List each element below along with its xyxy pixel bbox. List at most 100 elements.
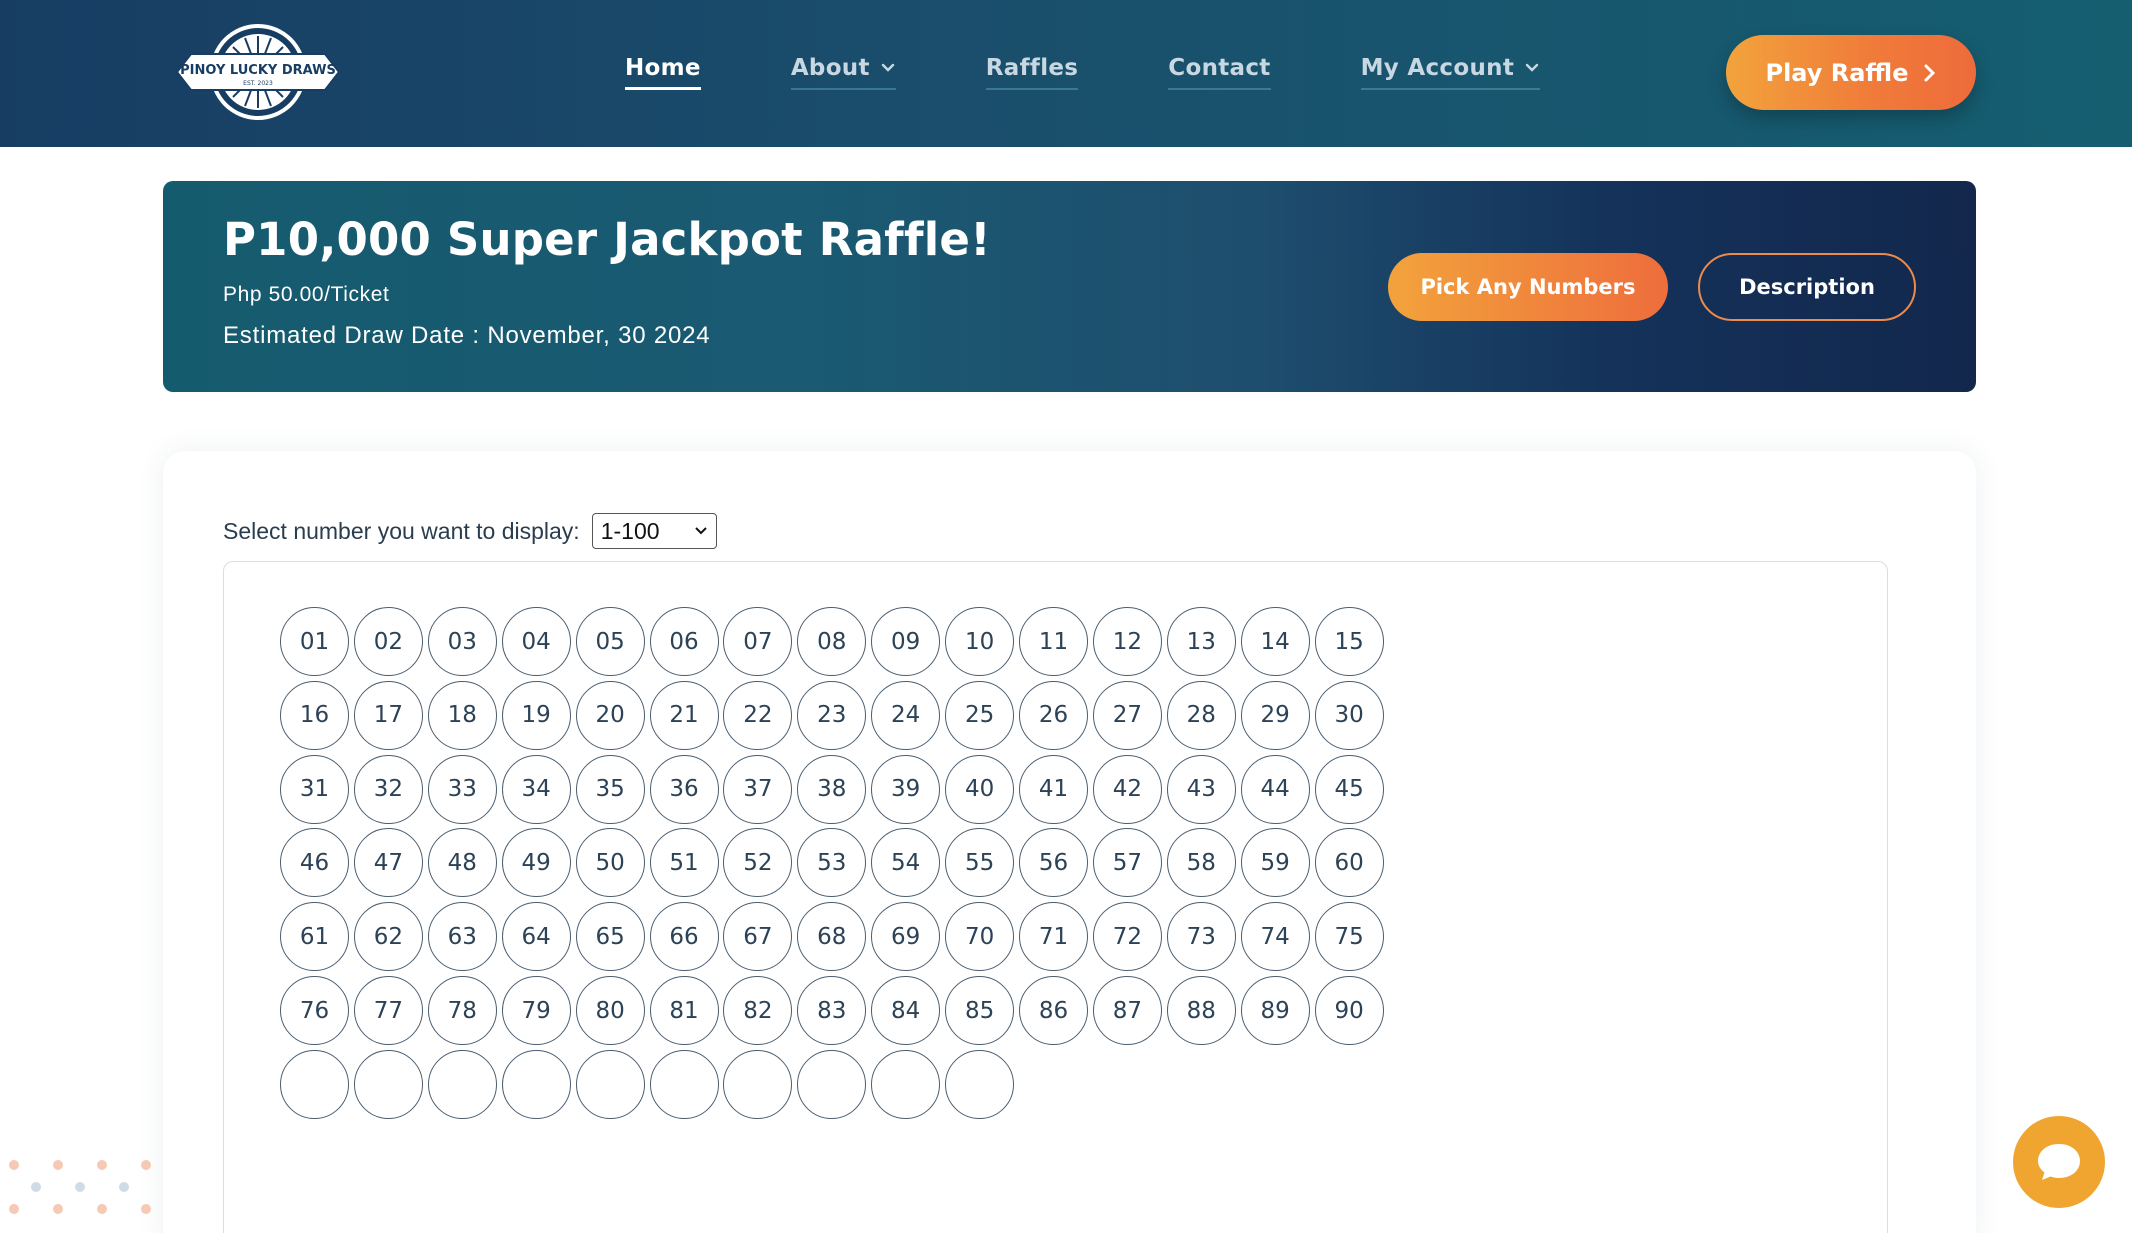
nav-my-account[interactable]: My Account <box>1360 48 1541 90</box>
number-ball[interactable]: 77 <box>353 976 423 1045</box>
brand-logo[interactable]: PINOY LUCKY DRAWS EST. 2023 <box>175 22 341 122</box>
nav-raffles[interactable]: Raffles <box>985 48 1079 90</box>
number-ball[interactable]: 40 <box>945 754 1015 824</box>
number-ball[interactable]: 30 <box>1314 680 1384 750</box>
number-ball[interactable]: 09 <box>871 607 941 676</box>
number-ball[interactable]: 71 <box>1019 902 1088 972</box>
number-ball[interactable]: 24 <box>871 680 941 750</box>
number-ball[interactable]: 25 <box>945 680 1015 750</box>
number-ball[interactable]: 18 <box>427 680 497 750</box>
number-ball[interactable]: 58 <box>1166 828 1236 898</box>
number-ball[interactable]: 69 <box>871 902 941 972</box>
number-ball[interactable]: 26 <box>1019 680 1088 750</box>
number-ball[interactable]: 52 <box>723 828 793 898</box>
number-ball[interactable]: 37 <box>723 754 793 824</box>
number-ball[interactable]: 55 <box>945 828 1015 898</box>
number-ball[interactable]: 64 <box>501 902 571 972</box>
number-ball[interactable]: 11 <box>1019 607 1088 676</box>
number-ball[interactable]: 41 <box>1019 754 1088 824</box>
number-ball[interactable]: 61 <box>280 902 349 972</box>
number-ball[interactable]: 80 <box>575 976 645 1045</box>
number-ball[interactable]: 32 <box>353 754 423 824</box>
number-ball[interactable]: 83 <box>797 976 867 1045</box>
number-ball[interactable]: 78 <box>427 976 497 1045</box>
number-ball[interactable]: 29 <box>1240 680 1310 750</box>
number-ball[interactable]: 51 <box>649 828 719 898</box>
number-ball[interactable]: 21 <box>649 680 719 750</box>
nav-home[interactable]: Home <box>625 48 701 90</box>
number-ball[interactable]: 81 <box>649 976 719 1045</box>
number-ball[interactable]: 75 <box>1314 902 1384 972</box>
number-ball[interactable]: 49 <box>501 828 571 898</box>
number-ball[interactable]: 20 <box>575 680 645 750</box>
number-ball[interactable] <box>427 1049 497 1119</box>
number-ball[interactable]: 05 <box>575 607 645 676</box>
chat-button[interactable] <box>2013 1116 2105 1208</box>
number-ball[interactable] <box>871 1049 941 1119</box>
number-ball[interactable]: 59 <box>1240 828 1310 898</box>
number-ball[interactable]: 31 <box>280 754 349 824</box>
number-ball[interactable]: 27 <box>1092 680 1162 750</box>
number-ball[interactable]: 23 <box>797 680 867 750</box>
number-ball[interactable]: 72 <box>1092 902 1162 972</box>
number-ball[interactable]: 47 <box>353 828 423 898</box>
number-ball[interactable]: 84 <box>871 976 941 1045</box>
pick-any-numbers-button[interactable]: Pick Any Numbers <box>1388 253 1668 321</box>
number-ball[interactable]: 63 <box>427 902 497 972</box>
number-ball[interactable]: 06 <box>649 607 719 676</box>
number-ball[interactable]: 74 <box>1240 902 1310 972</box>
number-ball[interactable]: 03 <box>427 607 497 676</box>
number-ball[interactable]: 14 <box>1240 607 1310 676</box>
number-ball[interactable]: 79 <box>501 976 571 1045</box>
number-ball[interactable]: 68 <box>797 902 867 972</box>
number-ball[interactable] <box>723 1049 793 1119</box>
number-ball[interactable]: 04 <box>501 607 571 676</box>
number-ball[interactable]: 08 <box>797 607 867 676</box>
nav-about[interactable]: About <box>790 48 896 90</box>
number-ball[interactable]: 87 <box>1092 976 1162 1045</box>
number-ball[interactable]: 57 <box>1092 828 1162 898</box>
number-ball[interactable]: 48 <box>427 828 497 898</box>
number-ball[interactable]: 54 <box>871 828 941 898</box>
number-ball[interactable]: 16 <box>280 680 349 750</box>
number-ball[interactable]: 12 <box>1092 607 1162 676</box>
number-ball[interactable]: 85 <box>945 976 1015 1045</box>
number-ball[interactable]: 13 <box>1166 607 1236 676</box>
number-ball[interactable]: 42 <box>1092 754 1162 824</box>
number-ball[interactable]: 38 <box>797 754 867 824</box>
number-ball[interactable]: 60 <box>1314 828 1384 898</box>
number-ball[interactable] <box>797 1049 867 1119</box>
number-ball[interactable]: 65 <box>575 902 645 972</box>
number-ball[interactable]: 43 <box>1166 754 1236 824</box>
number-ball[interactable]: 39 <box>871 754 941 824</box>
number-ball[interactable]: 15 <box>1314 607 1384 676</box>
number-ball[interactable]: 86 <box>1019 976 1088 1045</box>
number-ball[interactable]: 36 <box>649 754 719 824</box>
number-ball[interactable]: 62 <box>353 902 423 972</box>
number-ball[interactable]: 53 <box>797 828 867 898</box>
number-ball[interactable]: 46 <box>280 828 349 898</box>
number-ball[interactable]: 70 <box>945 902 1015 972</box>
number-ball[interactable] <box>280 1049 349 1119</box>
number-ball[interactable]: 73 <box>1166 902 1236 972</box>
number-ball[interactable]: 76 <box>280 976 349 1045</box>
number-ball[interactable] <box>575 1049 645 1119</box>
number-ball[interactable]: 33 <box>427 754 497 824</box>
nav-contact[interactable]: Contact <box>1168 48 1271 90</box>
number-ball[interactable] <box>945 1049 1015 1119</box>
number-ball[interactable]: 82 <box>723 976 793 1045</box>
number-ball[interactable]: 28 <box>1166 680 1236 750</box>
number-ball[interactable]: 07 <box>723 607 793 676</box>
number-ball[interactable]: 66 <box>649 902 719 972</box>
number-ball[interactable]: 45 <box>1314 754 1384 824</box>
number-ball[interactable]: 01 <box>280 607 349 676</box>
number-ball[interactable]: 35 <box>575 754 645 824</box>
number-ball[interactable] <box>501 1049 571 1119</box>
number-ball[interactable]: 17 <box>353 680 423 750</box>
number-ball[interactable]: 22 <box>723 680 793 750</box>
number-ball[interactable]: 50 <box>575 828 645 898</box>
number-ball[interactable]: 88 <box>1166 976 1236 1045</box>
number-ball[interactable]: 89 <box>1240 976 1310 1045</box>
number-ball[interactable]: 56 <box>1019 828 1088 898</box>
number-ball[interactable] <box>649 1049 719 1119</box>
